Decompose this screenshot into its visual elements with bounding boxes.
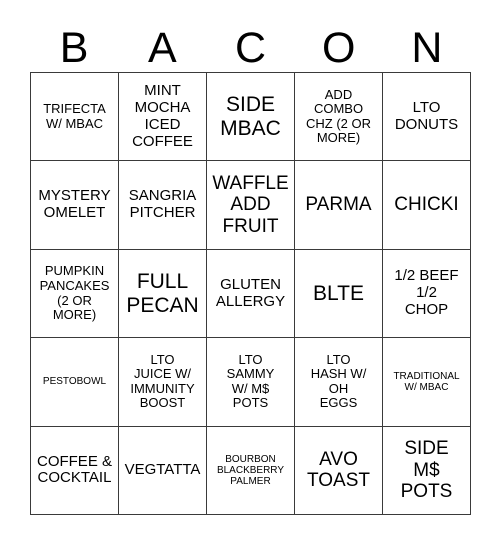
header-letter-b: B: [59, 24, 89, 72]
bingo-cell[interactable]: AVO TOAST: [295, 426, 383, 516]
bingo-cell[interactable]: LTO DONUTS: [383, 73, 471, 162]
header-letter-n: N: [411, 24, 443, 72]
bingo-cell[interactable]: MINT MOCHA ICED COFFEE: [119, 73, 207, 162]
bingo-cell[interactable]: PESTOBOWL: [31, 338, 119, 427]
bingo-cell[interactable]: 1/2 BEEF 1/2 CHOP: [383, 249, 471, 339]
bingo-cell[interactable]: PARMA: [295, 161, 383, 250]
bingo-row: PESTOBOWL LTO JUICE W/ IMMUNITY BOOST LT…: [31, 338, 471, 427]
bingo-cell[interactable]: SIDE MBAC: [207, 73, 295, 162]
bingo-cell[interactable]: GLUTEN ALLERGY: [207, 249, 295, 339]
bingo-row: PUMPKIN PANCAKES (2 OR MORE) FULL PECAN …: [31, 249, 471, 339]
bingo-cell[interactable]: PUMPKIN PANCAKES (2 OR MORE): [31, 249, 119, 339]
bingo-cell[interactable]: MYSTERY OMELET: [31, 161, 119, 250]
bingo-cell[interactable]: LTO SAMMY W/ M$ POTS: [207, 338, 295, 427]
bingo-cell[interactable]: TRIFECTA W/ MBAC: [31, 73, 119, 162]
bingo-cell[interactable]: COFFEE & COCKTAIL: [31, 426, 119, 516]
bingo-cell[interactable]: BLTE: [295, 249, 383, 339]
bingo-header: B A C O N: [30, 12, 471, 72]
bingo-cell[interactable]: VEGTATTA: [119, 426, 207, 516]
bingo-cell[interactable]: SIDE M$ POTS: [383, 426, 471, 516]
bingo-cell[interactable]: LTO HASH W/ OH EGGS: [295, 338, 383, 427]
bingo-cell[interactable]: TRADITIONAL W/ MBAC: [383, 338, 471, 427]
bingo-row: MYSTERY OMELET SANGRIA PITCHER WAFFLE AD…: [31, 161, 471, 250]
bingo-grid: TRIFECTA W/ MBAC MINT MOCHA ICED COFFEE …: [30, 72, 471, 516]
bingo-cell[interactable]: ADD COMBO CHZ (2 OR MORE): [295, 73, 383, 162]
bingo-row: TRIFECTA W/ MBAC MINT MOCHA ICED COFFEE …: [31, 73, 471, 162]
bingo-cell[interactable]: SANGRIA PITCHER: [119, 161, 207, 250]
bingo-cell[interactable]: FULL PECAN: [119, 249, 207, 339]
bingo-row: COFFEE & COCKTAIL VEGTATTA BOURBON BLACK…: [31, 426, 471, 516]
bingo-cell[interactable]: CHICKI: [383, 161, 471, 250]
header-letter-o: O: [321, 24, 356, 72]
bingo-card: B A C O N TRIFECTA W/ MBAC MINT MOCHA IC…: [30, 12, 471, 516]
bingo-cell[interactable]: LTO JUICE W/ IMMUNITY BOOST: [119, 338, 207, 427]
bingo-cell[interactable]: BOURBON BLACKBERRY PALMER: [207, 426, 295, 516]
header-letter-c: C: [234, 24, 267, 72]
bingo-cell[interactable]: WAFFLE ADD FRUIT: [207, 161, 295, 250]
header-letter-a: A: [147, 24, 177, 72]
